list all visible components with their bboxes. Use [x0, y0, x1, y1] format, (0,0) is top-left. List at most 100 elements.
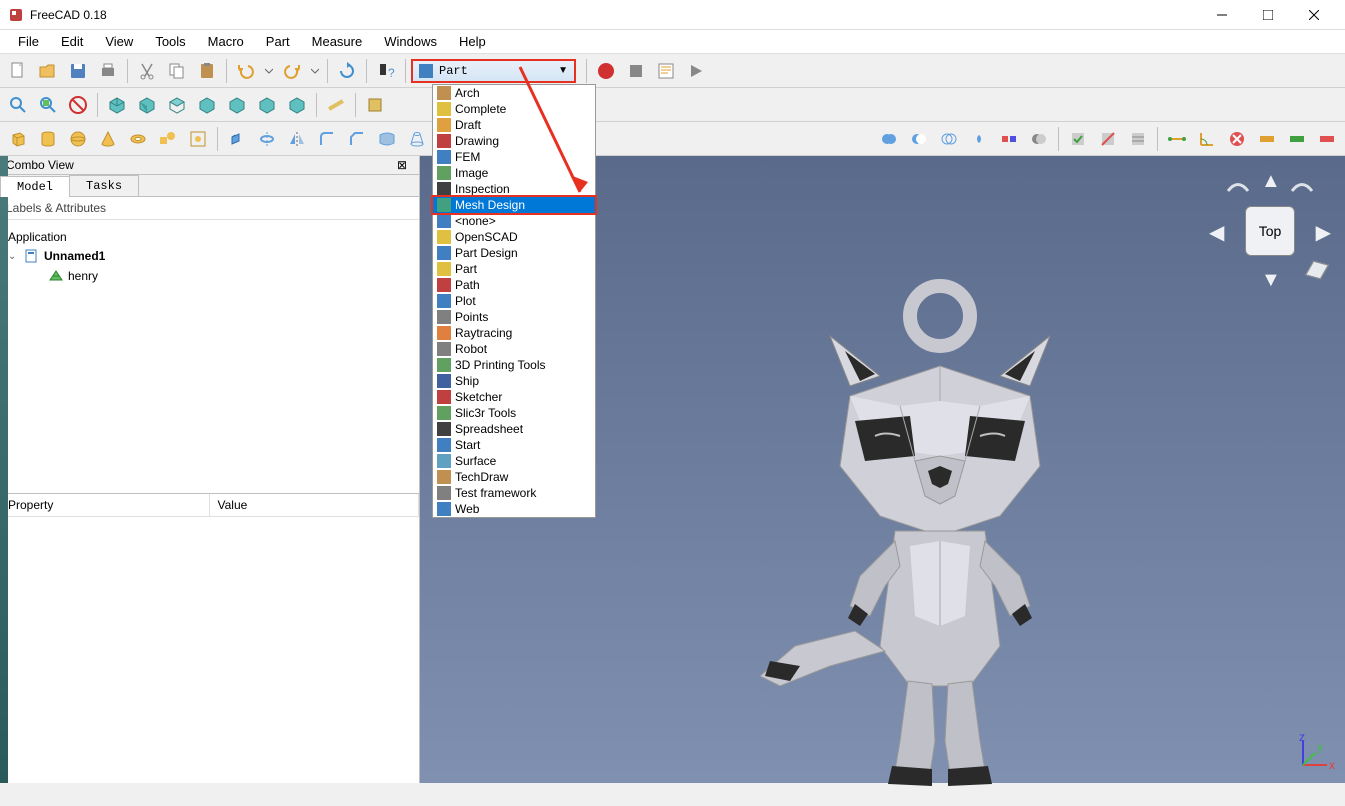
part-tool-button[interactable] — [361, 91, 389, 119]
part-cone-button[interactable] — [94, 125, 122, 153]
part-mirror-button[interactable] — [283, 125, 311, 153]
new-file-button[interactable] — [4, 57, 32, 85]
section-button[interactable] — [1094, 125, 1122, 153]
stop-macro-button[interactable] — [622, 57, 650, 85]
wb-item-start[interactable]: Start — [433, 437, 595, 453]
top-view-button[interactable] — [163, 91, 191, 119]
nav-rotate-cw-icon[interactable] — [1287, 176, 1317, 196]
record-macro-button[interactable] — [592, 57, 620, 85]
part-box-button[interactable] — [4, 125, 32, 153]
nav-rotate-ccw-icon[interactable] — [1223, 176, 1253, 196]
part-sphere-button[interactable] — [64, 125, 92, 153]
undo-button[interactable] — [232, 57, 260, 85]
nav-arrow-up[interactable]: ▲ — [1261, 170, 1281, 193]
undo-dropdown-button[interactable] — [262, 57, 276, 85]
draw-style-button[interactable] — [64, 91, 92, 119]
execute-macro-button[interactable] — [682, 57, 710, 85]
wb-item-slic3r[interactable]: Slic3r Tools — [433, 405, 595, 421]
tree-root-application[interactable]: Application — [8, 228, 411, 246]
wb-item-part[interactable]: Part — [433, 261, 595, 277]
tab-tasks[interactable]: Tasks — [69, 175, 139, 196]
left-view-button[interactable] — [283, 91, 311, 119]
boolean-button-1[interactable] — [875, 125, 903, 153]
wb-item-openscad[interactable]: OpenSCAD — [433, 229, 595, 245]
cross-sections-button[interactable] — [1124, 125, 1152, 153]
part-torus-button[interactable] — [124, 125, 152, 153]
wb-item-fem[interactable]: FEM — [433, 149, 595, 165]
tree-item[interactable]: henry — [8, 266, 411, 286]
part-builder-button[interactable] — [184, 125, 212, 153]
measure-toggle-delta-button[interactable] — [1313, 125, 1341, 153]
wb-item-none[interactable]: <none> — [433, 213, 595, 229]
wb-item-sketcher[interactable]: Sketcher — [433, 389, 595, 405]
menu-windows[interactable]: Windows — [374, 31, 447, 52]
measure-angular-button[interactable] — [1193, 125, 1221, 153]
zoom-fit-button[interactable] — [4, 91, 32, 119]
menu-file[interactable]: File — [8, 31, 49, 52]
redo-dropdown-button[interactable] — [308, 57, 322, 85]
save-button[interactable] — [64, 57, 92, 85]
macros-button[interactable] — [652, 57, 680, 85]
wb-item-arch[interactable]: Arch — [433, 85, 595, 101]
wb-item-image[interactable]: Image — [433, 165, 595, 181]
part-chamfer-button[interactable] — [343, 125, 371, 153]
measure-linear-button[interactable] — [1163, 125, 1191, 153]
menu-help[interactable]: Help — [449, 31, 496, 52]
boolean-common-button[interactable] — [965, 125, 993, 153]
combo-view-close-button[interactable]: ⊠ — [391, 158, 413, 172]
print-button[interactable] — [94, 57, 122, 85]
part-loft-button[interactable] — [403, 125, 431, 153]
wb-item-part-design[interactable]: Part Design — [433, 245, 595, 261]
minimize-button[interactable] — [1199, 0, 1245, 30]
paste-button[interactable] — [193, 57, 221, 85]
wb-item-plot[interactable]: Plot — [433, 293, 595, 309]
wb-item-path[interactable]: Path — [433, 277, 595, 293]
wb-item-web[interactable]: Web — [433, 501, 595, 517]
check-geometry-button[interactable] — [1064, 125, 1092, 153]
join-embed-button[interactable] — [1025, 125, 1053, 153]
wb-item-mesh-design[interactable]: Mesh Design — [431, 195, 597, 215]
wb-item-points[interactable]: Points — [433, 309, 595, 325]
menu-view[interactable]: View — [95, 31, 143, 52]
workbench-selector[interactable]: Part ▼ — [411, 59, 576, 83]
navigation-cube[interactable]: ▲ ▼ ◀ ▶ Top — [1205, 166, 1335, 296]
redo-button[interactable] — [278, 57, 306, 85]
menu-macro[interactable]: Macro — [198, 31, 254, 52]
workbench-dropdown[interactable]: Arch Complete Draft Drawing FEM Image In… — [432, 84, 596, 518]
nav-cube-face-top[interactable]: Top — [1245, 206, 1295, 256]
isometric-view-button[interactable] — [103, 91, 131, 119]
open-file-button[interactable] — [34, 57, 62, 85]
boolean-union-button[interactable] — [935, 125, 963, 153]
model-tree[interactable]: Application ⌄ Unnamed1 henry — [0, 220, 419, 493]
menu-measure[interactable]: Measure — [302, 31, 373, 52]
nav-arrow-left[interactable]: ◀ — [1209, 220, 1224, 245]
menu-tools[interactable]: Tools — [145, 31, 195, 52]
tree-document[interactable]: ⌄ Unnamed1 — [8, 246, 411, 266]
wb-item-surface[interactable]: Surface — [433, 453, 595, 469]
wb-item-draft[interactable]: Draft — [433, 117, 595, 133]
measure-toggle-button[interactable] — [1253, 125, 1281, 153]
rear-view-button[interactable] — [223, 91, 251, 119]
menu-edit[interactable]: Edit — [51, 31, 93, 52]
part-cylinder-button[interactable] — [34, 125, 62, 153]
wb-item-spreadsheet[interactable]: Spreadsheet — [433, 421, 595, 437]
wb-item-ship[interactable]: Ship — [433, 373, 595, 389]
value-column-header[interactable]: Value — [210, 494, 420, 516]
right-view-button[interactable] — [193, 91, 221, 119]
property-column-header[interactable]: Property — [0, 494, 210, 516]
join-connect-button[interactable] — [995, 125, 1023, 153]
part-extrude-button[interactable] — [223, 125, 251, 153]
bottom-view-button[interactable] — [253, 91, 281, 119]
wb-item-robot[interactable]: Robot — [433, 341, 595, 357]
close-button[interactable] — [1291, 0, 1337, 30]
whats-this-button[interactable]: ? — [372, 57, 400, 85]
tab-model[interactable]: Model — [0, 176, 70, 197]
refresh-button[interactable] — [333, 57, 361, 85]
menu-part[interactable]: Part — [256, 31, 300, 52]
part-primitives-button[interactable] — [154, 125, 182, 153]
measure-toggle-3d-button[interactable] — [1283, 125, 1311, 153]
measure-clear-button[interactable] — [1223, 125, 1251, 153]
zoom-selection-button[interactable] — [34, 91, 62, 119]
wb-item-techdraw[interactable]: TechDraw — [433, 469, 595, 485]
part-fillet-button[interactable] — [313, 125, 341, 153]
